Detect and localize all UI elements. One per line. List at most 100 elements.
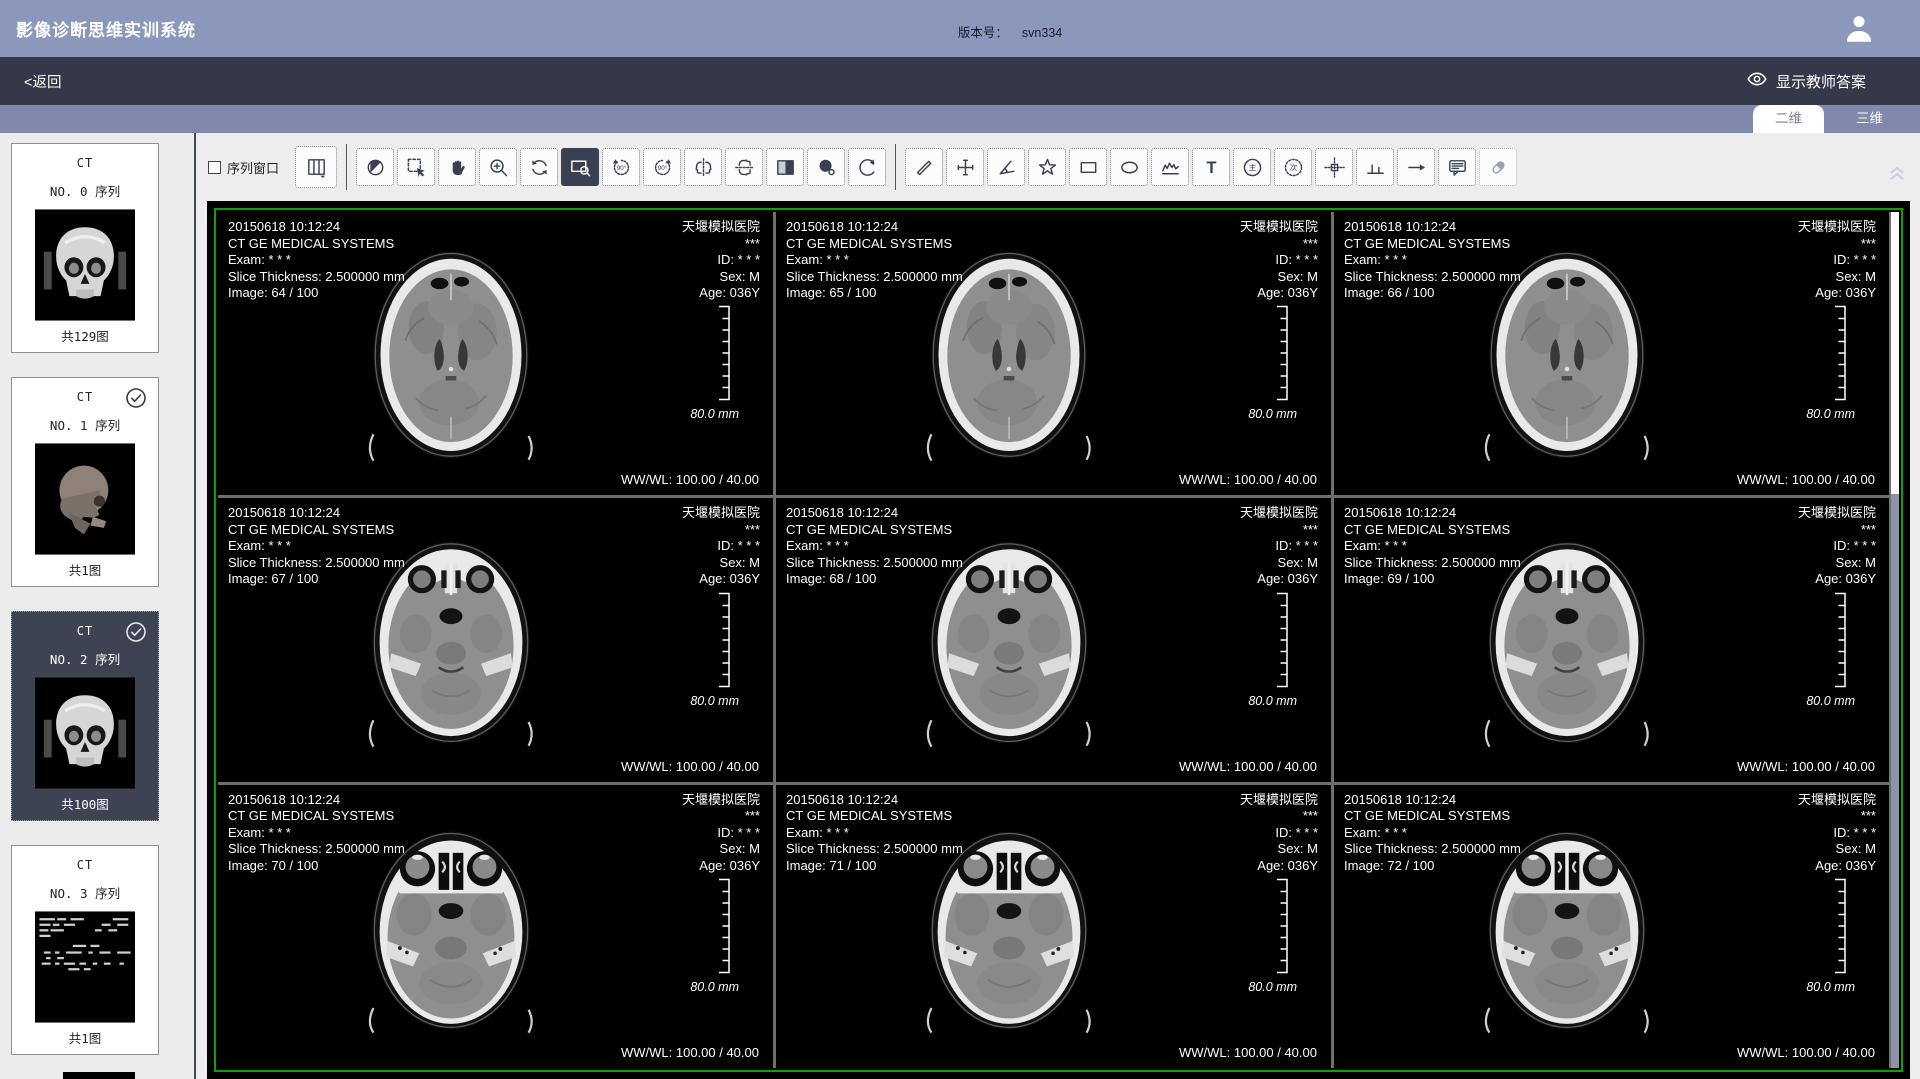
rotate-ccw-90-button[interactable]: 90° xyxy=(602,148,640,186)
viewport-cell-2[interactable]: 20150618 10:12:24CT GE MEDICAL SYSTEMSEx… xyxy=(1334,212,1889,495)
overlay-patient-id: ID: * * * xyxy=(1240,825,1318,842)
invert-button[interactable] xyxy=(766,148,804,186)
comment-button[interactable] xyxy=(1438,148,1476,186)
angle-measure-button[interactable] xyxy=(987,148,1025,186)
collapse-toolbar-button[interactable] xyxy=(1882,159,1912,185)
rectangle-roi-button[interactable] xyxy=(1069,148,1107,186)
ellipse-roi-button[interactable] xyxy=(1110,148,1148,186)
overlay-exam: Exam: * * * xyxy=(1344,825,1521,842)
series-card-0[interactable]: CTNO. 0 序列共129图 xyxy=(11,143,159,353)
viewport-cell-7[interactable]: 20150618 10:12:24CT GE MEDICAL SYSTEMSEx… xyxy=(776,785,1331,1068)
overlay-sex: Sex: M xyxy=(1240,555,1318,572)
main-panel: 序列窗口 90°90°T主次 20150618 10:12:24CT GE ME… xyxy=(196,133,1920,1079)
overlay-window-level: WW/WL: 100.00 / 40.00 xyxy=(1179,759,1317,774)
toolbar-divider xyxy=(895,144,896,190)
window-level-button[interactable] xyxy=(356,148,394,186)
image-scrollbar[interactable] xyxy=(1889,212,1899,1068)
viewport-cell-5[interactable]: 20150618 10:12:24CT GE MEDICAL SYSTEMSEx… xyxy=(1334,498,1889,781)
viewport-cell-0[interactable]: 20150618 10:12:24CT GE MEDICAL SYSTEMSEx… xyxy=(218,212,773,495)
overlay-datetime: 20150618 10:12:24 xyxy=(228,505,405,522)
layout-select-button[interactable] xyxy=(295,146,337,188)
zoom-button[interactable] xyxy=(479,148,517,186)
eraser-button[interactable] xyxy=(1479,148,1517,186)
overlay-hospital: 天堰模拟医院 xyxy=(1798,219,1876,236)
scale-ruler-icon xyxy=(1833,878,1847,974)
series-name: NO. 1 序列 xyxy=(12,415,158,434)
overlay-image-number: Image: 71 / 100 xyxy=(786,858,963,875)
series-image-count: 共1图 xyxy=(12,560,158,579)
overlay-age: Age: 036Y xyxy=(1240,571,1318,588)
scale-ruler-icon xyxy=(1275,305,1289,401)
series-image-count: 共129图 xyxy=(12,326,158,345)
top-bar: 影像诊断思维实训系统 版本号：svn334 xyxy=(0,0,1920,57)
pan-button[interactable] xyxy=(438,148,476,186)
app-window: 影像诊断思维实训系统 版本号：svn334 <返回 显示教师答案 二维 三维 xyxy=(0,0,1920,1079)
flip-vertical-button[interactable] xyxy=(725,148,763,186)
window-level-preset-button[interactable] xyxy=(807,148,845,186)
comment-icon xyxy=(1446,156,1469,179)
zoom-icon xyxy=(487,156,510,179)
tab-2d[interactable]: 二维 xyxy=(1753,105,1824,133)
rect-select-icon xyxy=(405,156,428,179)
baseline-measure-button[interactable] xyxy=(1356,148,1394,186)
overlay-datetime: 20150618 10:12:24 xyxy=(228,219,405,236)
ellipse-roi-icon xyxy=(1118,156,1141,179)
overlay-study-info: 20150618 10:12:24CT GE MEDICAL SYSTEMSEx… xyxy=(786,792,963,875)
user-account-button[interactable] xyxy=(1842,12,1876,46)
overlay-window-level: WW/WL: 100.00 / 40.00 xyxy=(1179,472,1317,487)
svg-text:主: 主 xyxy=(1248,162,1256,172)
rotate-cw-90-button[interactable]: 90° xyxy=(643,148,681,186)
overlay-study-info: 20150618 10:12:24CT GE MEDICAL SYSTEMSEx… xyxy=(228,505,405,588)
back-button[interactable]: <返回 xyxy=(18,70,67,93)
series-card-1[interactable]: CTNO. 1 序列共1图 xyxy=(11,377,159,587)
refresh-button[interactable] xyxy=(520,148,558,186)
overlay-study-info: 20150618 10:12:24CT GE MEDICAL SYSTEMSEx… xyxy=(786,219,963,302)
series-window-checkbox[interactable]: 序列窗口 xyxy=(208,158,279,177)
series-card-2[interactable]: CTNO. 2 序列共100图 xyxy=(11,611,159,821)
overlay-study-info: 20150618 10:12:24CT GE MEDICAL SYSTEMSEx… xyxy=(1344,792,1521,875)
content-area: CTNO. 0 序列共129图 CTNO. 1 序列共1图 CTNO. 2 序列共1… xyxy=(0,133,1920,1079)
svg-text:T: T xyxy=(1206,158,1216,176)
viewport-cell-6[interactable]: 20150618 10:12:24CT GE MEDICAL SYSTEMSEx… xyxy=(218,785,773,1068)
viewport-cell-1[interactable]: 20150618 10:12:24CT GE MEDICAL SYSTEMSEx… xyxy=(776,212,1331,495)
overlay-stars: *** xyxy=(1798,808,1876,825)
show-teacher-answer-button[interactable]: 显示教师答案 xyxy=(1740,67,1872,95)
overlay-image-number: Image: 66 / 100 xyxy=(1344,285,1521,302)
overlay-window-level: WW/WL: 100.00 / 40.00 xyxy=(1737,472,1875,487)
chevron-double-up-icon xyxy=(1883,171,1911,186)
series-card-3[interactable]: CTNO. 3 序列共1图 xyxy=(11,845,159,1055)
cross-probe-button[interactable] xyxy=(946,148,984,186)
center-locator-button[interactable] xyxy=(1315,148,1353,186)
viewport-cell-4[interactable]: 20150618 10:12:24CT GE MEDICAL SYSTEMSEx… xyxy=(776,498,1331,781)
length-measure-icon xyxy=(913,156,936,179)
overlay-age: Age: 036Y xyxy=(1798,858,1876,875)
arrow-annotation-icon xyxy=(1405,156,1428,179)
reset-button[interactable] xyxy=(848,148,886,186)
scale-ruler-icon xyxy=(1275,878,1289,974)
marker-primary-button[interactable]: 主 xyxy=(1233,148,1271,186)
length-measure-button[interactable] xyxy=(905,148,943,186)
overlay-vendor: CT GE MEDICAL SYSTEMS xyxy=(228,808,405,825)
rect-select-button[interactable] xyxy=(397,148,435,186)
overlay-stars: *** xyxy=(682,808,760,825)
zoom-region-button[interactable] xyxy=(561,148,599,186)
marker-secondary-button[interactable]: 次 xyxy=(1274,148,1312,186)
flip-horizontal-button[interactable] xyxy=(684,148,722,186)
overlay-patient-id: ID: * * * xyxy=(1798,825,1876,842)
image-scrollbar-thumb[interactable] xyxy=(1891,494,1899,1068)
profile-curve-button[interactable] xyxy=(1151,148,1189,186)
overlay-study-info: 20150618 10:12:24CT GE MEDICAL SYSTEMSEx… xyxy=(786,505,963,588)
svg-text:90°: 90° xyxy=(616,164,626,171)
arrow-annotation-button[interactable] xyxy=(1397,148,1435,186)
scale-ruler-label: 80.0 mm xyxy=(1248,407,1297,421)
text-annotation-button[interactable]: T xyxy=(1192,148,1230,186)
viewport-cell-8[interactable]: 20150618 10:12:24CT GE MEDICAL SYSTEMSEx… xyxy=(1334,785,1889,1068)
overlay-stars: *** xyxy=(1240,522,1318,539)
series-checked-icon xyxy=(124,620,148,644)
tab-3d[interactable]: 三维 xyxy=(1834,105,1905,133)
overlay-thickness: Slice Thickness: 2.500000 mm xyxy=(228,841,405,858)
scale-ruler-icon xyxy=(717,878,731,974)
viewport-cell-3[interactable]: 20150618 10:12:24CT GE MEDICAL SYSTEMSEx… xyxy=(218,498,773,781)
overlay-age: Age: 036Y xyxy=(1240,285,1318,302)
star-polygon-button[interactable] xyxy=(1028,148,1066,186)
